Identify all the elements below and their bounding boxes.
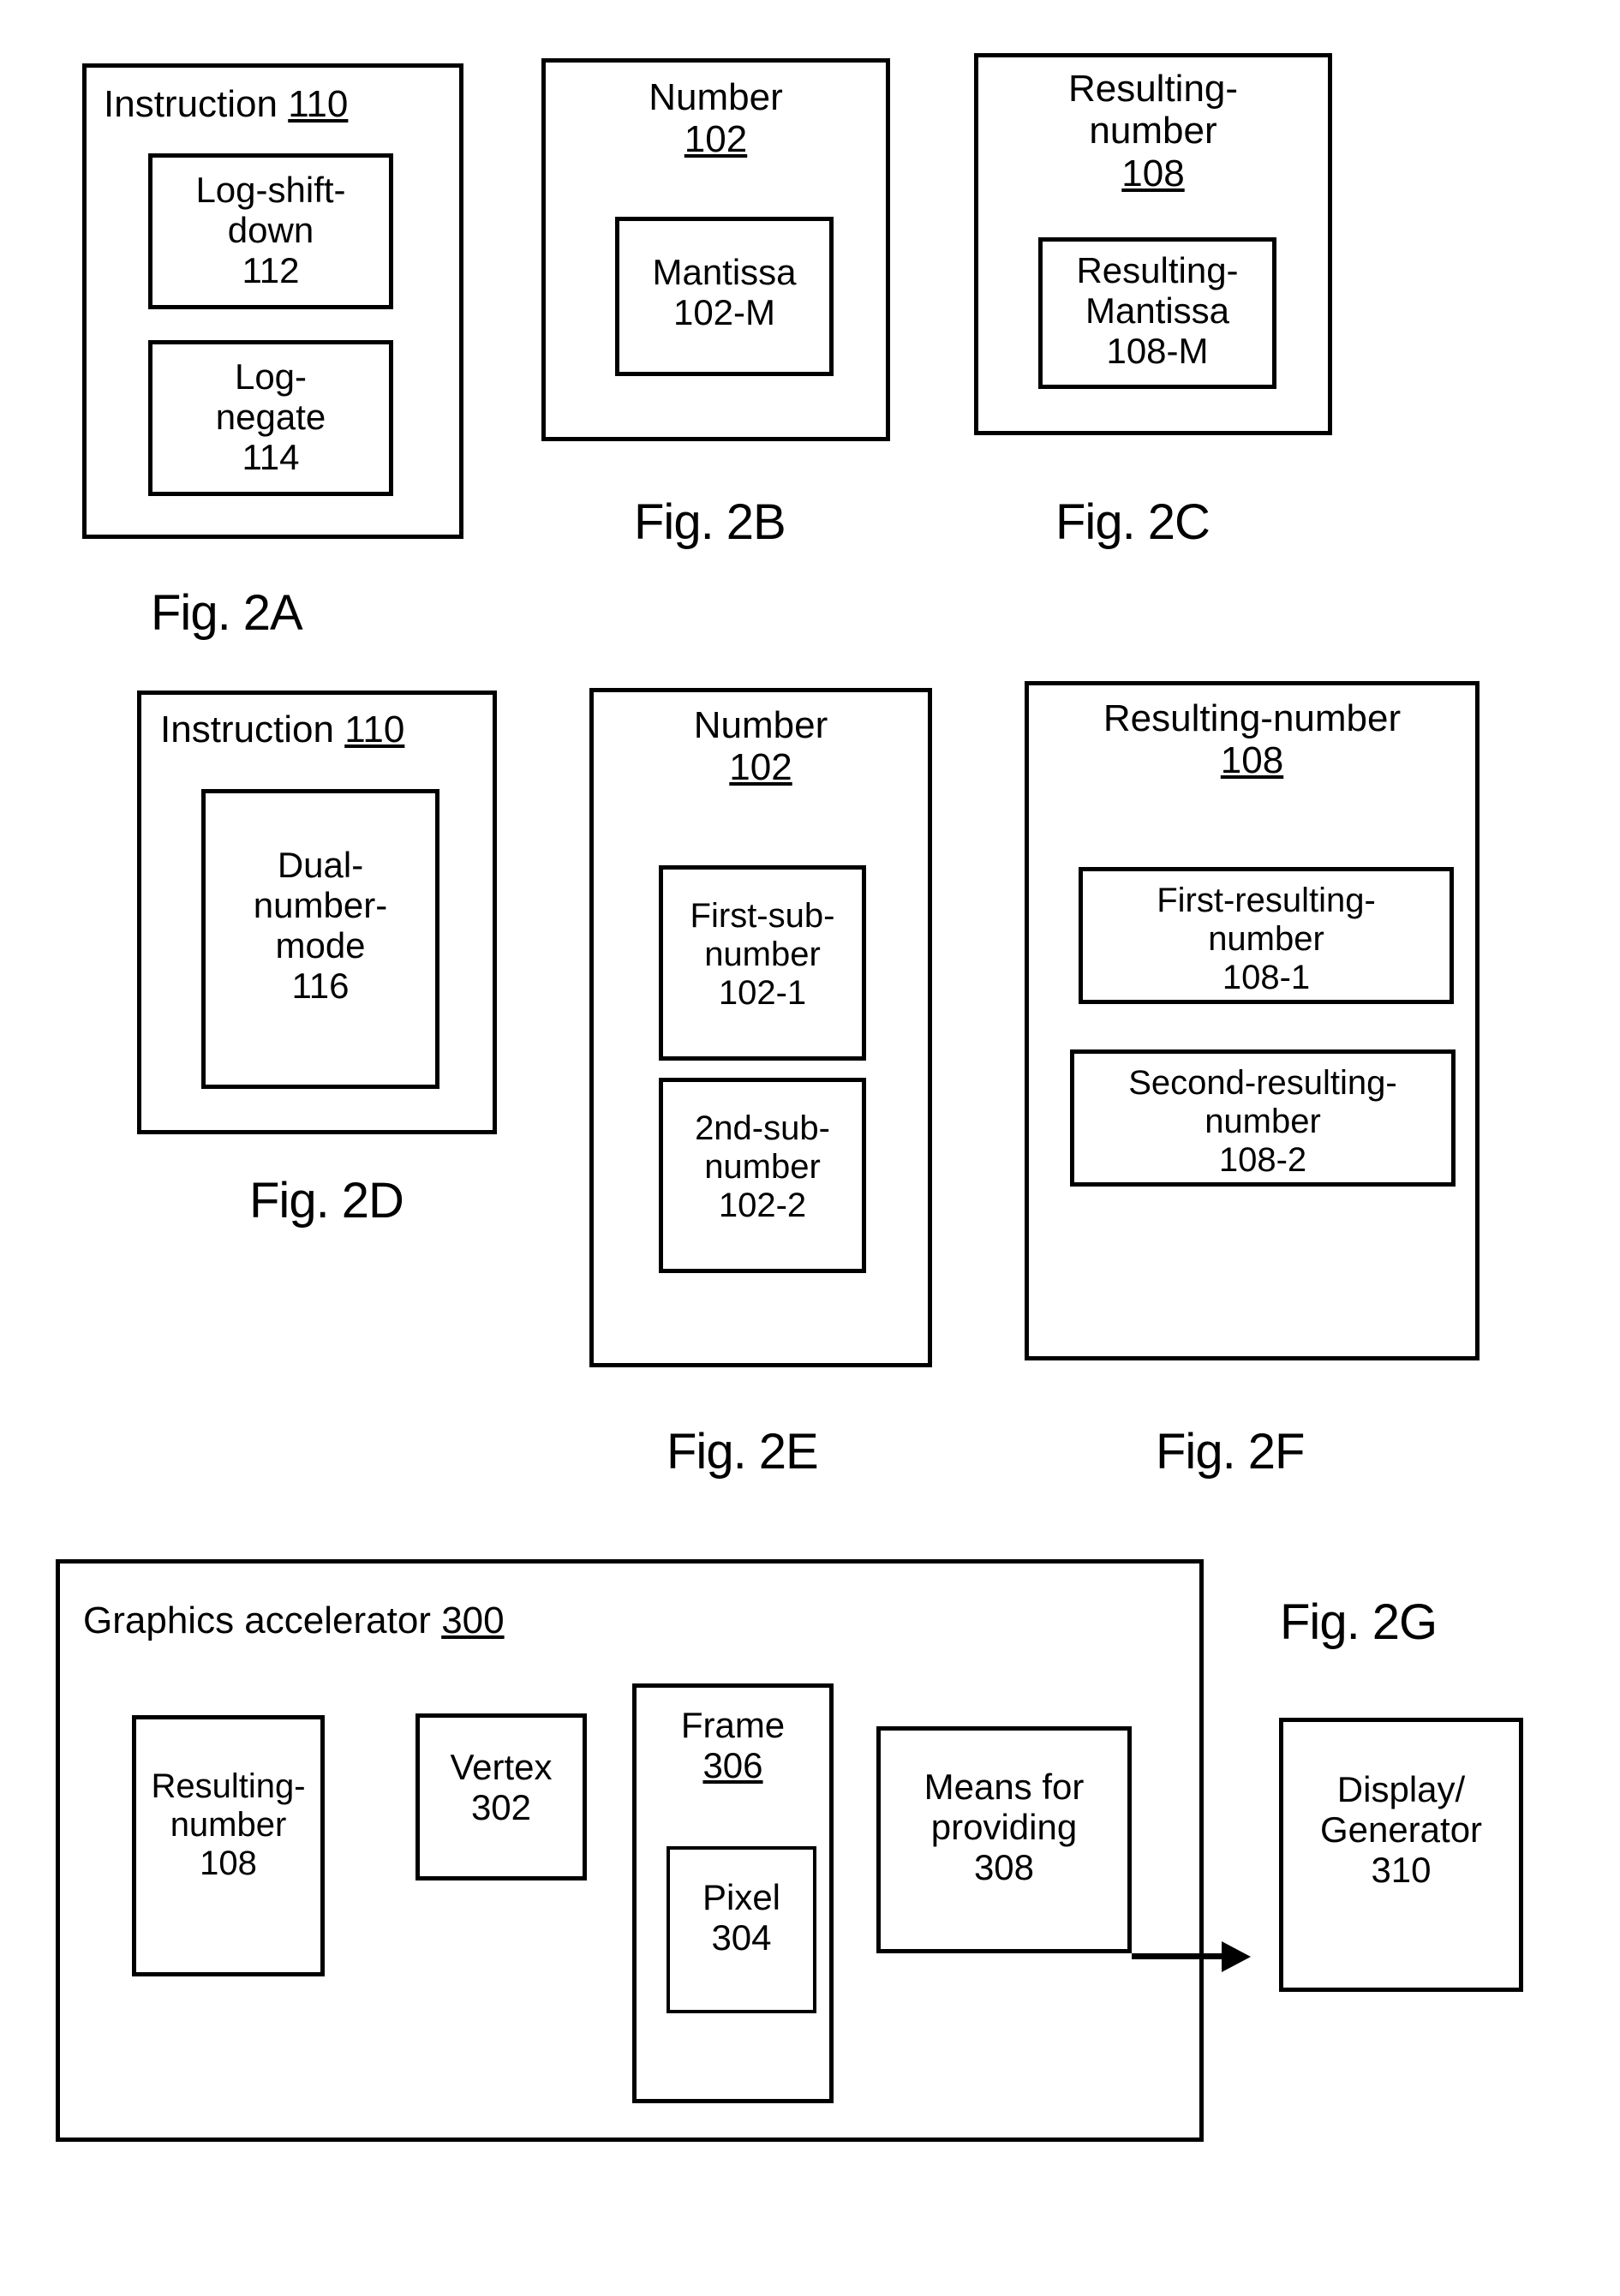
fig2d-dual-number-mode-label: Dual- number- mode 116 bbox=[253, 845, 388, 1007]
fig2g-display-generator-label: Display/ Generator 310 bbox=[1319, 1769, 1483, 1891]
fig2c-caption: Fig. 2C bbox=[1055, 494, 1211, 550]
fig2g-frame-label: Frame 306 bbox=[680, 1705, 786, 1786]
fig2d-instruction-title: Instruction 110 bbox=[160, 709, 405, 750]
fig2a-log-negate-box: Log- negate 114 bbox=[148, 340, 393, 496]
fig2f-second-resulting-number-box: Second-resulting- number 108-2 bbox=[1070, 1049, 1456, 1187]
fig2e-second-sub-number-label: 2nd-sub- number 102-2 bbox=[695, 1109, 830, 1224]
fig2f-caption: Fig. 2F bbox=[1156, 1424, 1305, 1480]
fig2a-log-negate-label: Log- negate 114 bbox=[215, 356, 326, 478]
fig2a-caption: Fig. 2A bbox=[151, 585, 303, 641]
fig2a-log-shift-down-box: Log-shift- down 112 bbox=[148, 153, 393, 309]
fig2d-caption: Fig. 2D bbox=[249, 1173, 404, 1229]
fig2a-log-shift-down-label: Log-shift- down 112 bbox=[195, 170, 346, 291]
fig2g-graphics-accelerator-box: Graphics accelerator 300 Resulting- numb… bbox=[56, 1559, 1251, 2142]
fig2b-number-box: Number 102 Mantissa 102-M bbox=[541, 58, 890, 441]
fig2g-frame-box: Frame 306 Pixel 304 bbox=[632, 1683, 834, 2103]
fig2g-pixel-box: Pixel 304 bbox=[667, 1846, 816, 2013]
fig2g-display-generator-box: Display/ Generator 310 bbox=[1279, 1718, 1523, 1992]
fig2c-resulting-number-title: Resulting- number 108 bbox=[1067, 68, 1239, 194]
fig2b-number-title: Number 102 bbox=[649, 76, 783, 161]
fig2c-resulting-number-box: Resulting- number 108 Resulting- Mantissa… bbox=[974, 53, 1332, 435]
fig2f-resulting-number-title: Resulting-number 108 bbox=[1103, 697, 1402, 782]
fig2b-mantissa-box: Mantissa 102-M bbox=[615, 217, 834, 376]
fig2g-vertex-label: Vertex 302 bbox=[450, 1747, 553, 1828]
fig2f-resulting-number-ref: 108 bbox=[1220, 739, 1284, 782]
fig2g-resulting-number-label: Resulting- number 108 bbox=[151, 1767, 306, 1882]
fig2e-first-sub-number-label: First-sub- number 102-1 bbox=[690, 897, 835, 1012]
fig2g-graphics-accelerator-title: Graphics accelerator 300 bbox=[83, 1599, 505, 1641]
fig2a-instruction-title: Instruction 110 bbox=[104, 83, 349, 125]
fig2d-dual-number-mode-box: Dual- number- mode 116 bbox=[201, 789, 439, 1089]
fig2d-instruction-ref: 110 bbox=[344, 709, 405, 750]
fig2f-first-resulting-number-box: First-resulting- number 108-1 bbox=[1079, 867, 1454, 1004]
fig2g-means-for-providing-box: Means for providing 308 bbox=[876, 1726, 1132, 1953]
fig2g-arrow-head-icon bbox=[1222, 1941, 1251, 1972]
fig2g-frame-ref: 306 bbox=[702, 1745, 763, 1786]
fig2a-instruction-box: Instruction 110 Log-shift- down 112 Log-… bbox=[82, 63, 463, 539]
fig2g-means-for-providing-label: Means for providing 308 bbox=[924, 1767, 1085, 1888]
fig2f-second-resulting-number-label: Second-resulting- number 108-2 bbox=[1128, 1064, 1397, 1179]
fig2b-caption: Fig. 2B bbox=[634, 494, 786, 550]
fig2g-caption: Fig. 2G bbox=[1280, 1594, 1438, 1650]
fig2g-resulting-number-box: Resulting- number 108 bbox=[132, 1715, 325, 1976]
fig2g-pixel-label: Pixel 304 bbox=[702, 1877, 781, 1958]
fig2g-vertex-box: Vertex 302 bbox=[415, 1713, 587, 1880]
fig2d-instruction-box: Instruction 110 Dual- number- mode 116 bbox=[137, 691, 497, 1134]
fig2c-resulting-number-ref: 108 bbox=[1121, 152, 1185, 194]
fig2e-second-sub-number-box: 2nd-sub- number 102-2 bbox=[659, 1078, 866, 1273]
fig2e-caption: Fig. 2E bbox=[667, 1424, 819, 1480]
fig2c-resulting-mantissa-box: Resulting- Mantissa 108-M bbox=[1038, 237, 1276, 389]
fig2e-number-title: Number 102 bbox=[693, 704, 828, 789]
fig2e-number-ref: 102 bbox=[729, 746, 792, 789]
fig2e-number-box: Number 102 First-sub- number 102-1 2nd-su… bbox=[589, 688, 932, 1367]
fig2b-number-ref: 102 bbox=[684, 118, 748, 161]
fig2c-resulting-mantissa-label: Resulting- Mantissa 108-M bbox=[1076, 250, 1239, 372]
fig2f-first-resulting-number-label: First-resulting- number 108-1 bbox=[1157, 882, 1376, 996]
patent-figure-sheet: Instruction 110 Log-shift- down 112 Log-… bbox=[0, 0, 1620, 2296]
fig2g-graphics-accelerator-ref: 300 bbox=[441, 1599, 505, 1641]
fig2b-mantissa-label: Mantissa 102-M bbox=[652, 252, 797, 333]
fig2e-first-sub-number-box: First-sub- number 102-1 bbox=[659, 865, 866, 1061]
fig2a-instruction-ref: 110 bbox=[288, 83, 349, 125]
fig2f-resulting-number-box: Resulting-number 108 First-resulting- num… bbox=[1025, 681, 1480, 1360]
